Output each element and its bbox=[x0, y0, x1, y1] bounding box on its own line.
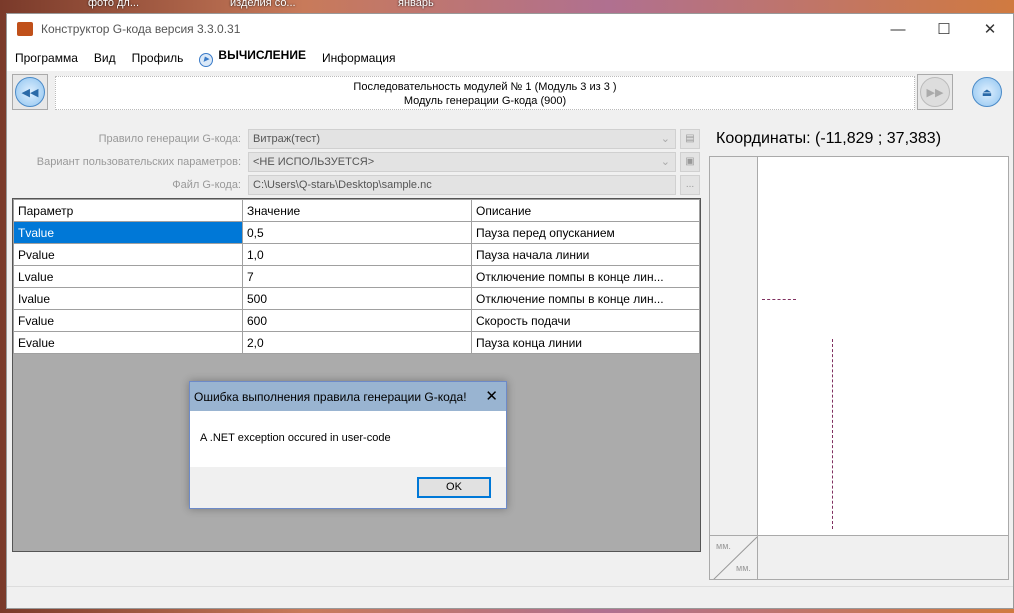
rewind-icon: ◀◀ bbox=[15, 77, 45, 107]
window-title: Конструктор G-кода версия 3.3.0.31 bbox=[41, 22, 241, 36]
toolpath-vertical bbox=[832, 339, 833, 529]
file-label: Файл G-кода: bbox=[172, 179, 241, 191]
sequence-line: Последовательность модулей № 1 (Модуль 3… bbox=[353, 81, 617, 93]
y-axis-ruler bbox=[710, 157, 758, 535]
close-button[interactable]: ✕ bbox=[967, 14, 1013, 44]
menu-view[interactable]: Вид bbox=[94, 51, 116, 65]
table-header: Параметр Значение Описание bbox=[13, 199, 700, 222]
desktop-icon-label[interactable]: изделия со... bbox=[230, 0, 296, 9]
plot-area[interactable] bbox=[758, 157, 1008, 535]
table-row[interactable]: Evalue 2,0 Пауза конца линии bbox=[13, 331, 700, 354]
units-corner: мм. мм. bbox=[710, 536, 758, 579]
chevron-down-icon: ⌄ bbox=[660, 133, 670, 145]
toolpath-horizontal bbox=[762, 299, 796, 300]
cell[interactable]: Отключение помпы в конце лин... bbox=[471, 287, 700, 310]
app-icon bbox=[17, 22, 33, 36]
minimize-button[interactable]: — bbox=[875, 14, 921, 44]
cell[interactable]: Пауза перед опусканием bbox=[471, 221, 700, 244]
module-sequence-info: Последовательность модулей № 1 (Модуль 3… bbox=[55, 76, 915, 110]
table-row[interactable]: Fvalue 600 Скорость подачи bbox=[13, 309, 700, 332]
dialog-title: Ошибка выполнения правила генерации G-ко… bbox=[194, 389, 467, 404]
previous-module-button[interactable]: ◀◀ bbox=[12, 74, 48, 110]
table-row[interactable]: Tvalue 0,5 Пауза перед опусканием bbox=[13, 221, 700, 244]
title-bar: Конструктор G-кода версия 3.3.0.31 — ☐ ✕ bbox=[7, 14, 1013, 44]
cell[interactable]: 600 bbox=[242, 309, 472, 332]
table-row[interactable]: Pvalue 1,0 Пауза начала линии bbox=[13, 243, 700, 266]
column-header[interactable]: Параметр bbox=[13, 199, 243, 222]
column-header[interactable]: Описание bbox=[471, 199, 700, 222]
eject-icon: ⏏ bbox=[972, 77, 1002, 107]
x-axis-ruler: мм. мм. bbox=[710, 535, 1008, 579]
play-icon: ▶ bbox=[199, 53, 214, 67]
table-row[interactable]: Ivalue 500 Отключение помпы в конце лин... bbox=[13, 287, 700, 310]
error-dialog: Ошибка выполнения правила генерации G-ко… bbox=[189, 381, 507, 509]
save-icon[interactable]: ▣ bbox=[680, 152, 700, 172]
cell[interactable]: Pvalue bbox=[13, 243, 243, 266]
dialog-close-icon[interactable]: ✕ bbox=[485, 387, 498, 405]
cell[interactable]: Скорость подачи bbox=[471, 309, 700, 332]
cell[interactable]: Ivalue bbox=[13, 287, 243, 310]
cell[interactable]: 500 bbox=[242, 287, 472, 310]
cell[interactable]: 0,5 bbox=[242, 221, 472, 244]
next-module-button[interactable]: ▶▶ bbox=[917, 74, 953, 110]
cell[interactable]: Пауза начала линии bbox=[471, 243, 700, 266]
x-unit: мм. bbox=[736, 563, 751, 573]
cell[interactable]: 2,0 bbox=[242, 331, 472, 354]
cell[interactable]: 1,0 bbox=[242, 243, 472, 266]
chevron-down-icon: ⌄ bbox=[660, 156, 670, 168]
fast-forward-icon: ▶▶ bbox=[920, 77, 950, 107]
status-bar bbox=[7, 586, 1013, 608]
rule-select[interactable]: Витраж(тест) ⌄ bbox=[248, 129, 676, 149]
table-row[interactable]: Lvalue 7 Отключение помпы в конце лин... bbox=[13, 265, 700, 288]
cell[interactable]: Evalue bbox=[13, 331, 243, 354]
column-header[interactable]: Значение bbox=[242, 199, 472, 222]
desktop-icon-label[interactable]: январь bbox=[398, 0, 434, 9]
menu-calculation[interactable]: ▶ ВЫЧИСЛЕНИЕ bbox=[199, 48, 306, 67]
dialog-title-bar: Ошибка выполнения правила генерации G-ко… bbox=[190, 382, 506, 411]
variant-label: Вариант пользовательских параметров: bbox=[36, 156, 241, 168]
cell[interactable]: Tvalue bbox=[13, 221, 243, 244]
module-line: Модуль генерации G-кода (900) bbox=[403, 95, 567, 107]
rule-view-button[interactable]: ▤ bbox=[680, 129, 700, 149]
desktop-icon-label[interactable]: фото дл... bbox=[88, 0, 139, 9]
rule-label: Правило генерации G-кода: bbox=[98, 133, 241, 145]
cell[interactable]: Отключение помпы в конце лин... bbox=[471, 265, 700, 288]
coordinates-readout: Координаты: (-11,829 ; 37,383) bbox=[716, 130, 942, 147]
ok-button[interactable]: OK bbox=[417, 477, 491, 498]
menu-info[interactable]: Информация bbox=[322, 51, 395, 65]
browse-button[interactable]: ... bbox=[680, 175, 700, 195]
main-window: Конструктор G-кода версия 3.3.0.31 — ☐ ✕… bbox=[6, 13, 1014, 609]
menu-program[interactable]: Программа bbox=[15, 51, 78, 65]
menu-calculation-label: ВЫЧИСЛЕНИЕ bbox=[218, 48, 306, 62]
preview-plot: мм. мм. bbox=[709, 156, 1009, 580]
cell[interactable]: 7 bbox=[242, 265, 472, 288]
menu-profile[interactable]: Профиль bbox=[132, 51, 184, 65]
cell[interactable]: Lvalue bbox=[13, 265, 243, 288]
variant-select[interactable]: <НЕ ИСПОЛЬЗУЕТСЯ> ⌄ bbox=[248, 152, 676, 172]
rule-value: Витраж(тест) bbox=[253, 133, 321, 145]
file-input[interactable]: C:\Users\Q-starь\Desktop\sample.nc bbox=[248, 175, 676, 195]
cell[interactable]: Пауза конца линии bbox=[471, 331, 700, 354]
variant-value: <НЕ ИСПОЛЬЗУЕТСЯ> bbox=[253, 156, 375, 168]
dialog-message: A .NET exception occured in user-code bbox=[190, 411, 506, 467]
eject-button[interactable]: ⏏ bbox=[969, 74, 1005, 110]
y-unit: мм. bbox=[716, 541, 731, 551]
menu-bar: Программа Вид Профиль ▶ ВЫЧИСЛЕНИЕ Информ… bbox=[7, 44, 1013, 71]
file-value: C:\Users\Q-starь\Desktop\sample.nc bbox=[253, 179, 432, 191]
maximize-button[interactable]: ☐ bbox=[921, 14, 967, 44]
cell[interactable]: Fvalue bbox=[13, 309, 243, 332]
